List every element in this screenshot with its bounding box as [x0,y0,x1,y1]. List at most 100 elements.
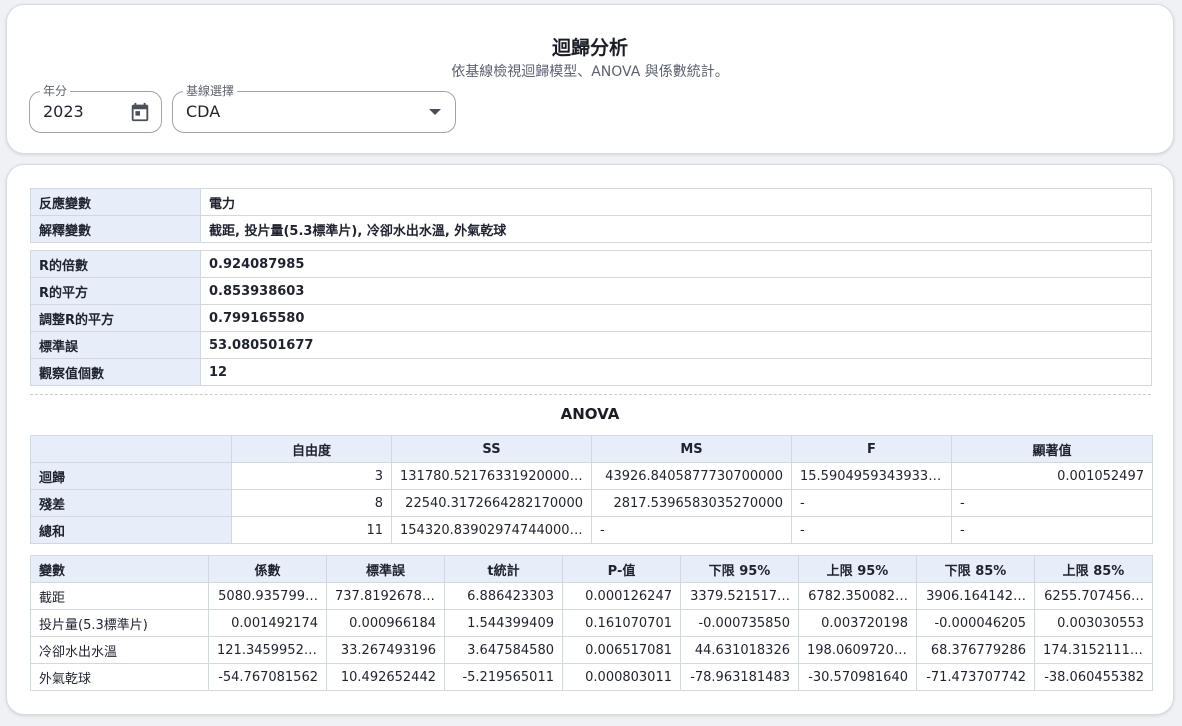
coef-header-p-value: P-值 [562,555,681,583]
adj-r-squared-value: 0.799165580 [200,304,1152,332]
coef-variable-name: 投片量(5.3標準片) [30,609,209,637]
anova-row-label: 殘差 [30,489,232,517]
r-squared-value: 0.853938603 [200,277,1152,305]
table-row: 反應變數 電力 [30,188,1152,216]
coef-cell: 1.544399409 [444,609,563,637]
coef-cell: 10.492652442 [326,663,445,691]
coef-cell: -54.767081562 [208,663,327,691]
anova-title: ANOVA [560,405,620,423]
std-error-value: 53.080501677 [200,331,1152,359]
coef-cell: 0.000803011 [562,663,681,691]
anova-table: 自由度 SS MS F 顯著值 迴歸 3 131780.521763319200… [30,435,1153,544]
calendar-icon[interactable] [129,100,151,124]
coef-cell: 0.000126247 [562,582,681,610]
anova-cell: - [591,516,792,544]
anova-cell: - [791,489,952,517]
year-value: 2023 [43,102,84,121]
anova-header-blank [30,435,232,463]
coef-cell: 0.001492174 [208,609,327,637]
anova-cell: 22540.3172664282170000 [391,489,592,517]
anova-header-significance: 顯著值 [951,435,1153,463]
coef-cell: 0.003720198 [798,609,917,637]
coef-variable-name: 截距 [30,582,209,610]
anova-cell: - [951,489,1153,517]
coef-cell: -78.963181483 [680,663,799,691]
observations-label: 觀察值個數 [30,358,201,386]
anova-header-f: F [791,435,952,463]
page-title: 迴歸分析 [551,37,628,59]
anova-header-ss: SS [391,435,592,463]
coef-header-t-stat: t統計 [444,555,563,583]
table-row: 截距 5080.935799… 737.819267823 6.88642330… [30,582,1153,610]
anova-header-df: 自由度 [231,435,392,463]
r-squared-label: R的平方 [30,277,201,305]
coef-cell: -30.570981640 [798,663,917,691]
response-variable-label: 反應變數 [30,188,201,216]
table-row: 冷卻水出水溫 121.345995204 33.267493196 3.6475… [30,636,1153,664]
anova-row-label: 總和 [30,516,232,544]
coef-cell: 3379.521517… [680,582,799,610]
coef-header-coefficient: 係數 [208,555,327,583]
anova-cell: 0.001052497 [951,462,1153,490]
coef-cell: -0.000735850 [680,609,799,637]
adj-r-squared-label: 調整R的平方 [30,304,201,332]
table-row: 總和 11 154320.8390297474400000 - - - [30,516,1153,544]
anova-cell: 2817.5396583035270000 [591,489,792,517]
coef-cell: 6.886423303 [444,582,563,610]
coef-header-upper-85: 上限 85% [1034,555,1153,583]
table-row: 調整R的平方 0.799165580 [30,304,1152,332]
coef-variable-name: 外氣乾球 [30,663,209,691]
anova-cell: 43926.8405877730700000 [591,462,792,490]
explanatory-variables-label: 解釋變數 [30,215,201,243]
anova-cell: 15.5904959343933150 [791,462,952,490]
coef-cell: 6782.350082… [798,582,917,610]
baseline-select[interactable]: 基線選擇 CDA [172,83,456,133]
coef-header-upper-95: 上限 95% [798,555,917,583]
anova-cell: - [951,516,1153,544]
coef-header-variable: 變數 [30,555,209,583]
anova-cell: 154320.8390297474400000 [391,516,592,544]
baseline-value: CDA [186,102,221,121]
anova-cell: 3 [231,462,392,490]
table-row: 外氣乾球 -54.767081562 10.492652442 -5.21956… [30,663,1153,691]
coef-cell: 0.161070701 [562,609,681,637]
coef-cell: 737.819267823 [326,582,445,610]
explanatory-variables-value: 截距, 投片量(5.3標準片), 冷卻水出水溫, 外氣乾球 [200,215,1152,243]
coef-cell: 3906.164142… [916,582,1035,610]
year-picker[interactable]: 年分 2023 [29,83,162,133]
table-row: 解釋變數 截距, 投片量(5.3標準片), 冷卻水出水溫, 外氣乾球 [30,215,1152,243]
anova-row-label: 迴歸 [30,462,232,490]
coef-cell: 5080.935799… [208,582,327,610]
response-variable-value: 電力 [200,188,1152,216]
section-divider [30,394,1151,395]
chevron-down-icon[interactable] [429,109,441,115]
coef-cell: -0.000046205 [916,609,1035,637]
table-row: 觀察值個數 12 [30,358,1152,386]
coef-cell: 174.315211123 [1034,636,1153,664]
results-card: 反應變數 電力 解釋變數 截距, 投片量(5.3標準片), 冷卻水出水溫, 外氣… [6,164,1174,715]
table-row: 投片量(5.3標準片) 0.001492174 0.000966184 1.54… [30,609,1153,637]
coef-cell: -38.060455382 [1034,663,1153,691]
coefficients-table: 變數 係數 標準誤 t統計 P-值 下限 95% 上限 95% 下限 85% 上… [30,555,1153,691]
coef-header-lower-85: 下限 85% [916,555,1035,583]
year-label: 年分 [40,83,71,99]
std-error-label: 標準誤 [30,331,201,359]
coef-cell: 0.003030553 [1034,609,1153,637]
multiple-r-label: R的倍數 [30,250,201,278]
coef-variable-name: 冷卻水出水溫 [30,636,209,664]
coef-header-lower-95: 下限 95% [680,555,799,583]
variables-table: 反應變數 電力 解釋變數 截距, 投片量(5.3標準片), 冷卻水出水溫, 外氣… [30,188,1152,243]
multiple-r-value: 0.924087985 [200,250,1152,278]
anova-cell: 131780.5217633192000000 [391,462,592,490]
page-subtitle: 依基線檢視迴歸模型、ANOVA 與係數統計。 [451,64,729,80]
anova-cell: - [791,516,952,544]
coef-cell: -71.473707742 [916,663,1035,691]
anova-cell: 11 [231,516,392,544]
table-row: 殘差 8 22540.3172664282170000 2817.5396583… [30,489,1153,517]
coef-cell: 198.060972083 [798,636,917,664]
coef-cell: 33.267493196 [326,636,445,664]
anova-header-row: 自由度 SS MS F 顯著值 [30,435,1153,463]
regression-stats-table: R的倍數 0.924087985 R的平方 0.853938603 調整R的平方… [30,250,1152,386]
filter-card: 迴歸分析 依基線檢視迴歸模型、ANOVA 與係數統計。 年分 2023 基線選擇… [6,4,1174,154]
coef-cell: 3.647584580 [444,636,563,664]
